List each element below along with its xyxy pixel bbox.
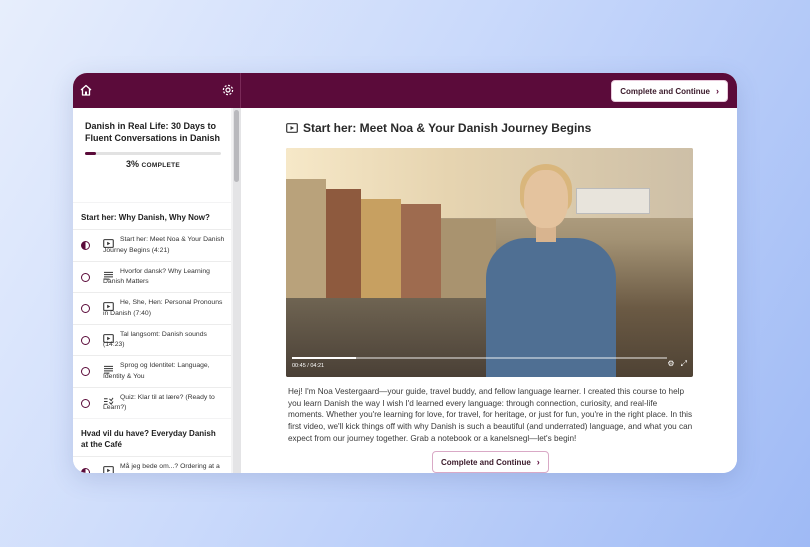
lesson-label: Hvorfor dansk? Why Learning Danish Matte… — [103, 267, 210, 286]
video-player[interactable]: 00:45 / 04:21 ⚙ ⤢ — [286, 148, 693, 377]
incomplete-circle-icon — [81, 367, 90, 376]
course-player-window: Complete and Continue › Danish in Real L… — [73, 73, 737, 473]
sidebar-content: Danish in Real Life: 30 Days to Fluent C… — [73, 108, 231, 473]
progress-text: 3% COMPLETE — [85, 159, 221, 169]
in-progress-icon — [81, 468, 90, 473]
course-progress-card: Danish in Real Life: 30 Days to Fluent C… — [73, 108, 231, 202]
video-frame-person-face — [524, 170, 568, 228]
incomplete-circle-icon — [81, 304, 90, 313]
lesson-title: Start her: Meet Noa & Your Danish Journe… — [303, 121, 592, 135]
lesson-item[interactable]: Start her: Meet Noa & Your Danish Journe… — [73, 229, 231, 261]
gear-icon[interactable] — [221, 83, 235, 97]
course-title: Danish in Real Life: 30 Days to Fluent C… — [85, 121, 221, 143]
progress-label: COMPLETE — [141, 162, 181, 169]
settings-icon[interactable]: ⚙ — [667, 359, 674, 369]
course-sidebar: Danish in Real Life: 30 Days to Fluent C… — [73, 108, 241, 473]
lesson-label: He, She, Hen: Personal Pronouns in Danis… — [103, 299, 223, 317]
video-controls: 00:45 / 04:21 ⚙ ⤢ — [292, 357, 687, 369]
complete-and-continue-button-bottom[interactable]: Complete and Continue › — [432, 451, 549, 473]
lesson-item[interactable]: He, She, Hen: Personal Pronouns in Danis… — [73, 292, 231, 324]
home-icon[interactable] — [79, 83, 93, 97]
video-icon — [286, 123, 298, 133]
lesson-item[interactable]: Tal langsomt: Danish sounds (14:23) — [73, 323, 231, 355]
lesson-label: Quiz: Klar til at lære? (Ready to Learn?… — [103, 393, 215, 412]
sidebar-header — [73, 73, 241, 108]
complete-button-label: Complete and Continue — [620, 86, 710, 96]
video-seek-bar[interactable] — [292, 357, 667, 359]
top-bar: Complete and Continue › — [73, 73, 737, 108]
progress-value: 3% — [125, 159, 139, 169]
video-frame-sign — [576, 188, 650, 214]
incomplete-circle-icon — [81, 398, 90, 408]
lesson-content: Start her: Meet Noa & Your Danish Journe… — [242, 108, 737, 473]
video-frame-building — [361, 199, 401, 299]
section-title: Hvad vil du have? Everyday Danish at the… — [73, 419, 231, 456]
lesson-item[interactable]: Sprog og Identitet: Language, Identity &… — [73, 355, 231, 387]
sidebar-sections: Start her: Why Danish, Why Now? Start her… — [73, 203, 231, 473]
video-frame-building — [401, 204, 441, 299]
video-frame-building — [326, 189, 361, 299]
progress-bar — [85, 152, 221, 155]
lesson-label: Tal langsomt: Danish sounds (14:23) — [103, 330, 207, 349]
progress-bar-fill — [85, 152, 96, 155]
in-progress-icon — [81, 241, 90, 250]
lesson-item[interactable]: Quiz: Klar til at lære? (Ready to Learn?… — [73, 386, 231, 418]
lesson-heading: Start her: Meet Noa & Your Danish Journe… — [286, 121, 591, 135]
section-title: Start her: Why Danish, Why Now? — [73, 203, 231, 229]
complete-button-label: Complete and Continue — [441, 457, 531, 467]
chevron-right-icon: › — [536, 457, 540, 467]
lesson-label: Start her: Meet Noa & Your Danish Journe… — [103, 236, 225, 254]
fullscreen-icon[interactable]: ⤢ — [681, 359, 687, 369]
complete-and-continue-button-top[interactable]: Complete and Continue › — [611, 80, 728, 102]
lesson-item[interactable]: Hvorfor dansk? Why Learning Danish Matte… — [73, 260, 231, 292]
video-control-icons: ⚙ ⤢ — [667, 359, 687, 369]
video-time: 00:45 / 04:21 — [292, 363, 325, 369]
incomplete-circle-icon — [81, 335, 90, 345]
sidebar-scrollbar-thumb[interactable] — [234, 110, 239, 182]
lesson-label: Må jeg bede om...? Ordering at a Danish … — [120, 463, 220, 470]
incomplete-circle-icon — [81, 272, 90, 282]
chevron-right-icon: › — [716, 86, 719, 96]
lesson-label: Sprog og Identitet: Language, Identity &… — [103, 362, 210, 380]
video-frame-building — [286, 179, 326, 299]
lesson-description: Hej! I'm Noa Vestergaard—your guide, tra… — [288, 387, 693, 443]
lesson-item[interactable]: Må jeg bede om...? Ordering at a Danish … — [73, 456, 231, 473]
video-seek-fill — [292, 357, 356, 359]
